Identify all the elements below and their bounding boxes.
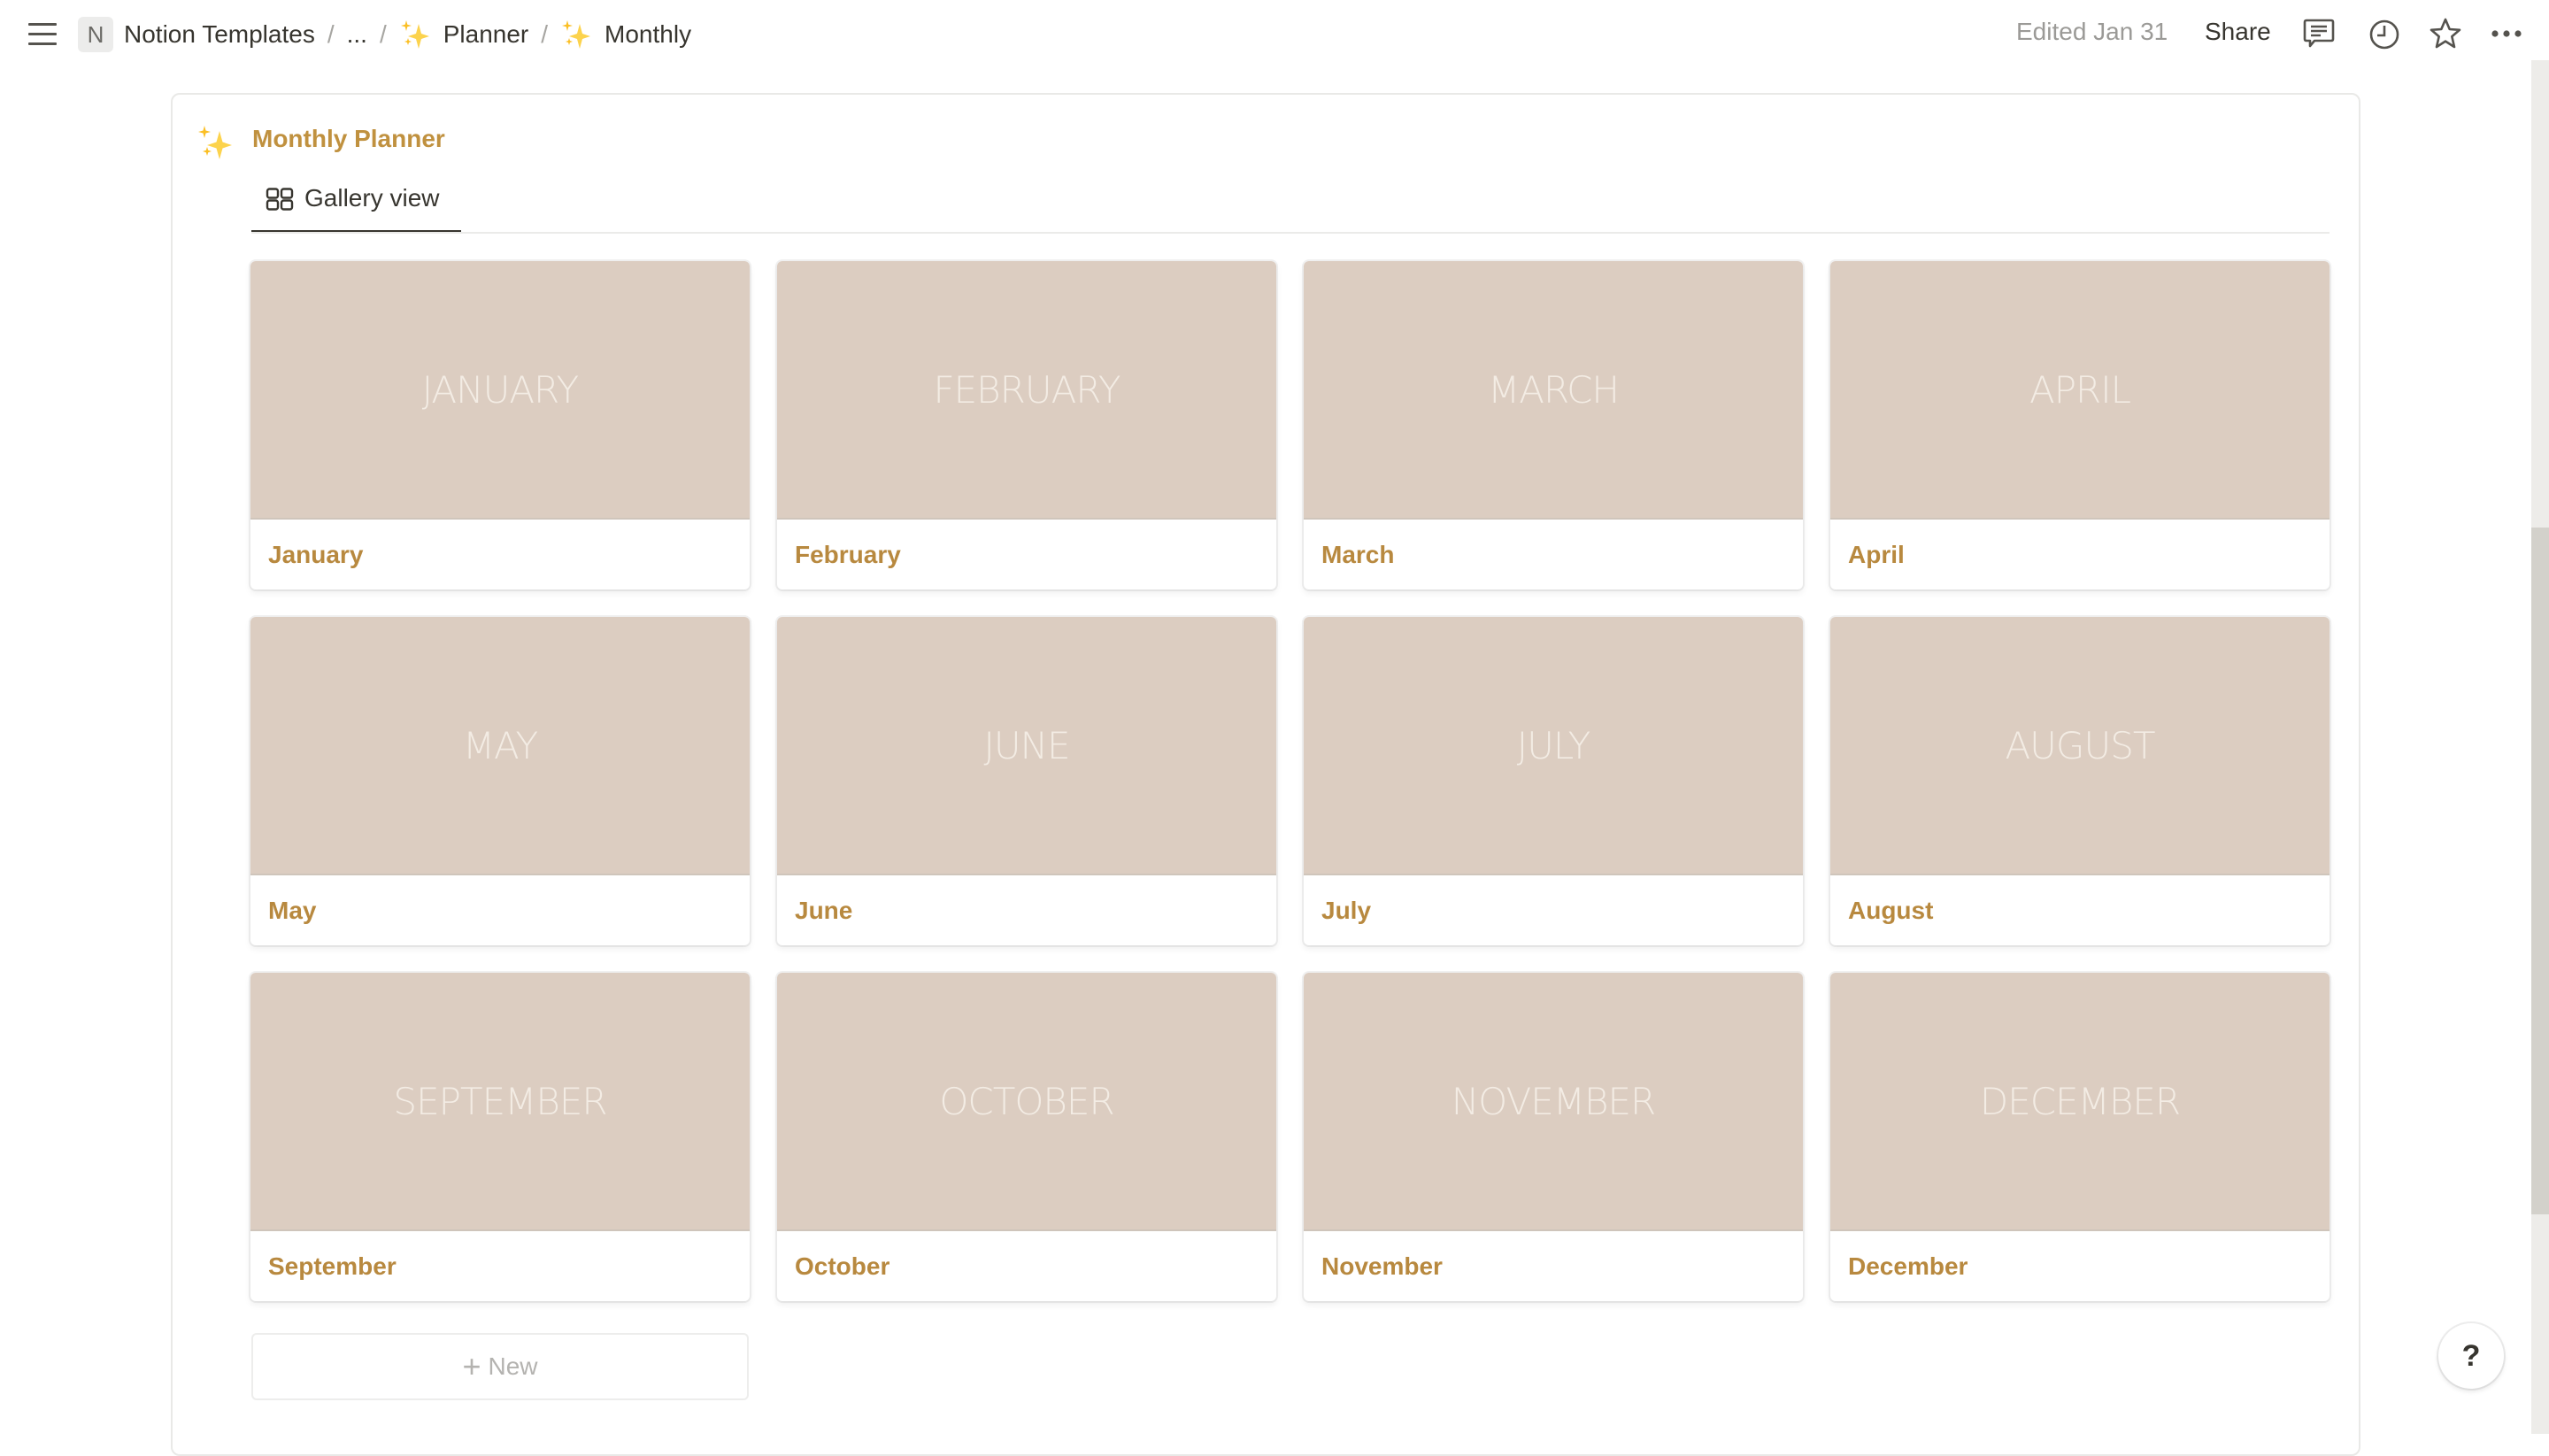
card-title: June: [795, 896, 853, 924]
new-label: New: [488, 1352, 538, 1380]
more-dots-icon[interactable]: [2490, 16, 2525, 51]
cover-text: FEBRUARY: [933, 367, 1120, 412]
card-title: October: [795, 1252, 890, 1280]
gallery-card-february[interactable]: FEBRUARY February: [777, 261, 1276, 589]
last-edited-label: Edited Jan 31: [2016, 18, 2168, 45]
card-cover: NOVEMBER: [1304, 973, 1803, 1231]
gallery-card-march[interactable]: MARCH March: [1304, 261, 1803, 589]
scrollbar-thumb[interactable]: [2531, 527, 2549, 1214]
card-cover: OCTOBER: [777, 973, 1276, 1231]
cover-text: DECEMBER: [1979, 1079, 2181, 1123]
help-button[interactable]: ?: [2438, 1323, 2504, 1389]
gallery-card-september[interactable]: SEPTEMBER September: [250, 973, 750, 1301]
cover-text: JUNE: [983, 723, 1070, 767]
cover-text: OCTOBER: [939, 1079, 1114, 1123]
card-title: March: [1321, 540, 1395, 568]
plus-icon: +: [462, 1348, 481, 1384]
card-cover: APRIL: [1830, 261, 2330, 520]
card-title: February: [795, 540, 901, 568]
tab-label: Gallery view: [304, 184, 440, 212]
card-title: December: [1848, 1252, 1968, 1280]
comment-icon[interactable]: [2301, 16, 2337, 51]
breadcrumb-notion-templates[interactable]: Notion Templates: [124, 20, 315, 49]
gallery-card-october[interactable]: OCTOBER October: [777, 973, 1276, 1301]
breadcrumb-separator: /: [379, 20, 387, 48]
clock-history-icon[interactable]: [2367, 16, 2402, 51]
card-cover: JUNE: [777, 617, 1276, 875]
top-bar: N Notion Templates / ... / Planner / Mon…: [0, 0, 2531, 69]
workspace-icon[interactable]: N: [78, 17, 113, 52]
card-title: April: [1848, 540, 1905, 568]
breadcrumb-ellipsis[interactable]: ...: [347, 20, 367, 49]
card-title: August: [1848, 896, 1934, 924]
gallery-card-january[interactable]: JANUARY January: [250, 261, 750, 589]
cover-text: APRIL: [2029, 367, 2131, 412]
card-title: November: [1321, 1252, 1443, 1280]
cover-text: JANUARY: [421, 367, 579, 412]
gallery-card-may[interactable]: MAY May: [250, 617, 750, 945]
breadcrumb-monthly[interactable]: Monthly: [605, 20, 691, 49]
breadcrumb-separator: /: [541, 20, 549, 48]
card-cover: JANUARY: [250, 261, 750, 520]
card-cover: FEBRUARY: [777, 261, 1276, 520]
gallery-card-april[interactable]: APRIL April: [1830, 261, 2330, 589]
gallery-card-july[interactable]: JULY July: [1304, 617, 1803, 945]
card-cover: SEPTEMBER: [250, 973, 750, 1231]
cover-text: MARCH: [1488, 367, 1620, 412]
cover-text: AUGUST: [2005, 723, 2155, 767]
card-cover: MAY: [250, 617, 750, 875]
sparkles-icon: [562, 20, 591, 49]
gallery-grid: JANUARY January FEBRUARY February MARCH …: [250, 261, 2330, 1301]
card-cover: DECEMBER: [1830, 973, 2330, 1231]
sparkles-icon: [400, 20, 429, 49]
gallery-card-august[interactable]: AUGUST August: [1830, 617, 2330, 945]
card-cover: AUGUST: [1830, 617, 2330, 875]
cover-text: JULY: [1516, 723, 1591, 767]
breadcrumb: N Notion Templates / ... / Planner / Mon…: [78, 16, 691, 53]
database-title[interactable]: Monthly Planner: [252, 125, 445, 153]
scrollbar[interactable]: [2531, 60, 2549, 1434]
hamburger-menu-icon[interactable]: [27, 21, 58, 48]
breadcrumb-planner[interactable]: Planner: [443, 20, 529, 49]
tab-divider: [251, 232, 2330, 234]
cover-text: SEPTEMBER: [393, 1079, 607, 1123]
gallery-card-june[interactable]: JUNE June: [777, 617, 1276, 945]
card-title: January: [268, 540, 364, 568]
gallery-grid-icon: [266, 188, 294, 211]
card-title: May: [268, 896, 317, 924]
breadcrumb-separator: /: [327, 20, 335, 48]
star-icon[interactable]: [2428, 16, 2463, 51]
card-title: July: [1321, 896, 1372, 924]
share-button[interactable]: Share: [2205, 18, 2271, 46]
new-card-button[interactable]: + New: [251, 1333, 749, 1400]
cover-text: NOVEMBER: [1451, 1079, 1656, 1123]
card-title: September: [268, 1252, 397, 1280]
gallery-card-november[interactable]: NOVEMBER November: [1304, 973, 1803, 1301]
gallery-card-december[interactable]: DECEMBER December: [1830, 973, 2330, 1301]
tab-gallery-view[interactable]: Gallery view: [251, 177, 461, 234]
cover-text: MAY: [462, 723, 538, 767]
sparkles-icon[interactable]: [196, 124, 234, 161]
card-cover: JULY: [1304, 617, 1803, 875]
card-cover: MARCH: [1304, 261, 1803, 520]
